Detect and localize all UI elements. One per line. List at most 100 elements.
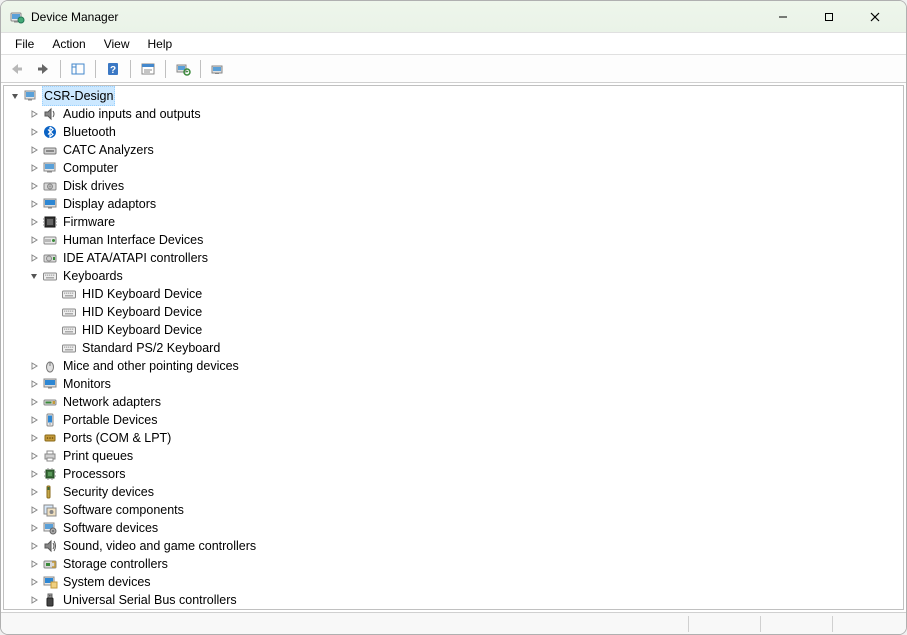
tree-item-label: Disk drives xyxy=(61,177,126,195)
status-segment xyxy=(688,616,758,632)
system-icon xyxy=(42,574,58,590)
tree-item-label: Universal Serial Bus controllers xyxy=(61,591,239,609)
chevron-right-icon[interactable] xyxy=(27,251,41,265)
chevron-right-icon[interactable] xyxy=(27,593,41,607)
cpu-icon xyxy=(42,466,58,482)
toolbar-show-hide-tree-button[interactable] xyxy=(66,58,90,80)
chevron-right-icon[interactable] xyxy=(27,449,41,463)
swdev-icon xyxy=(42,520,58,536)
menu-help[interactable]: Help xyxy=(140,35,181,53)
chevron-right-icon[interactable] xyxy=(27,233,41,247)
chevron-right-icon[interactable] xyxy=(27,575,41,589)
hid-icon xyxy=(42,232,58,248)
chevron-down-icon[interactable] xyxy=(27,269,41,283)
chevron-right-icon[interactable] xyxy=(27,395,41,409)
tree-item-storage[interactable]: Storage controllers xyxy=(4,555,903,573)
tree-item-root[interactable]: CSR-Design xyxy=(4,87,903,105)
chevron-right-icon[interactable] xyxy=(27,557,41,571)
chevron-right-icon[interactable] xyxy=(27,359,41,373)
chevron-right-icon[interactable] xyxy=(27,125,41,139)
toolbar-separator xyxy=(60,60,61,78)
svg-text:?: ? xyxy=(110,65,116,76)
tree-item-swcomp[interactable]: Software components xyxy=(4,501,903,519)
tree-item-sound[interactable]: Sound, video and game controllers xyxy=(4,537,903,555)
bluetooth-icon xyxy=(42,124,58,140)
tree-item-label: Ports (COM & LPT) xyxy=(61,429,173,447)
tree-item-label: Mice and other pointing devices xyxy=(61,357,241,375)
tree-item-firmware[interactable]: Firmware xyxy=(4,213,903,231)
chevron-right-icon[interactable] xyxy=(27,413,41,427)
chevron-right-icon[interactable] xyxy=(27,215,41,229)
ide-icon xyxy=(42,250,58,266)
tree-item-bluetooth[interactable]: Bluetooth xyxy=(4,123,903,141)
expander-empty xyxy=(46,305,60,319)
tree-item-portable[interactable]: Portable Devices xyxy=(4,411,903,429)
tree-item-keyboard-child-0[interactable]: HID Keyboard Device xyxy=(4,285,903,303)
window-title: Device Manager xyxy=(31,10,760,24)
app-icon xyxy=(9,9,25,25)
chevron-down-icon[interactable] xyxy=(8,89,22,103)
chevron-right-icon[interactable] xyxy=(27,107,41,121)
toolbar-scan-hardware-button[interactable] xyxy=(171,58,195,80)
toolbar-help-button[interactable]: ? xyxy=(101,58,125,80)
menu-file[interactable]: File xyxy=(7,35,42,53)
tree-item-system[interactable]: System devices xyxy=(4,573,903,591)
status-segment xyxy=(832,616,902,632)
tree-item-label: Standard PS/2 Keyboard xyxy=(80,339,222,357)
chevron-right-icon[interactable] xyxy=(27,143,41,157)
expander-empty xyxy=(46,341,60,355)
chevron-right-icon[interactable] xyxy=(27,377,41,391)
toolbar-add-legacy-hardware-button[interactable] xyxy=(206,58,230,80)
keyboard-icon xyxy=(61,340,77,356)
tree-item-keyboard-child-1[interactable]: HID Keyboard Device xyxy=(4,303,903,321)
chevron-right-icon[interactable] xyxy=(27,521,41,535)
tree-item-security[interactable]: Security devices xyxy=(4,483,903,501)
tree-item-printer[interactable]: Print queues xyxy=(4,447,903,465)
chevron-right-icon[interactable] xyxy=(27,197,41,211)
close-button[interactable] xyxy=(852,2,898,32)
toolbar-back-button[interactable] xyxy=(5,58,29,80)
tree-item-ide[interactable]: IDE ATA/ATAPI controllers xyxy=(4,249,903,267)
tree-item-monitor[interactable]: Monitors xyxy=(4,375,903,393)
keyboard-icon xyxy=(61,304,77,320)
expander-empty xyxy=(46,287,60,301)
port-icon xyxy=(42,430,58,446)
chevron-right-icon[interactable] xyxy=(27,431,41,445)
tree-item-label: HID Keyboard Device xyxy=(80,321,204,339)
tree-item-network[interactable]: Network adapters xyxy=(4,393,903,411)
tree-item-keyboard-child-2[interactable]: HID Keyboard Device xyxy=(4,321,903,339)
minimize-button[interactable] xyxy=(760,2,806,32)
tree-item-computer[interactable]: Computer xyxy=(4,159,903,177)
tree-item-swdev[interactable]: Software devices xyxy=(4,519,903,537)
tree-item-keyboard-child-3[interactable]: Standard PS/2 Keyboard xyxy=(4,339,903,357)
tree-item-catc[interactable]: CATC Analyzers xyxy=(4,141,903,159)
chevron-right-icon[interactable] xyxy=(27,179,41,193)
tree-item-label: Sound, video and game controllers xyxy=(61,537,258,555)
toolbar-forward-button[interactable] xyxy=(31,58,55,80)
tree-item-cpu[interactable]: Processors xyxy=(4,465,903,483)
chevron-right-icon[interactable] xyxy=(27,467,41,481)
chevron-right-icon[interactable] xyxy=(27,503,41,517)
chevron-right-icon[interactable] xyxy=(27,161,41,175)
chevron-right-icon[interactable] xyxy=(27,485,41,499)
tree-item-hid[interactable]: Human Interface Devices xyxy=(4,231,903,249)
tree-item-label: System devices xyxy=(61,573,153,591)
tree-item-disk[interactable]: Disk drives xyxy=(4,177,903,195)
storage-icon xyxy=(42,556,58,572)
device-tree[interactable]: CSR-DesignAudio inputs and outputsBlueto… xyxy=(3,85,904,610)
tree-item-label: Bluetooth xyxy=(61,123,118,141)
menu-view[interactable]: View xyxy=(96,35,138,53)
tree-item-port[interactable]: Ports (COM & LPT) xyxy=(4,429,903,447)
tree-item-usb[interactable]: Universal Serial Bus controllers xyxy=(4,591,903,609)
tree-item-keyboard[interactable]: Keyboards xyxy=(4,267,903,285)
maximize-button[interactable] xyxy=(806,2,852,32)
catc-icon xyxy=(42,142,58,158)
tree-item-display[interactable]: Display adaptors xyxy=(4,195,903,213)
menu-action[interactable]: Action xyxy=(44,35,93,53)
sound-icon xyxy=(42,538,58,554)
chevron-right-icon[interactable] xyxy=(27,539,41,553)
toolbar-properties-button[interactable] xyxy=(136,58,160,80)
tree-item-mouse[interactable]: Mice and other pointing devices xyxy=(4,357,903,375)
tree-item-audio[interactable]: Audio inputs and outputs xyxy=(4,105,903,123)
tree-item-label: Keyboards xyxy=(61,267,125,285)
